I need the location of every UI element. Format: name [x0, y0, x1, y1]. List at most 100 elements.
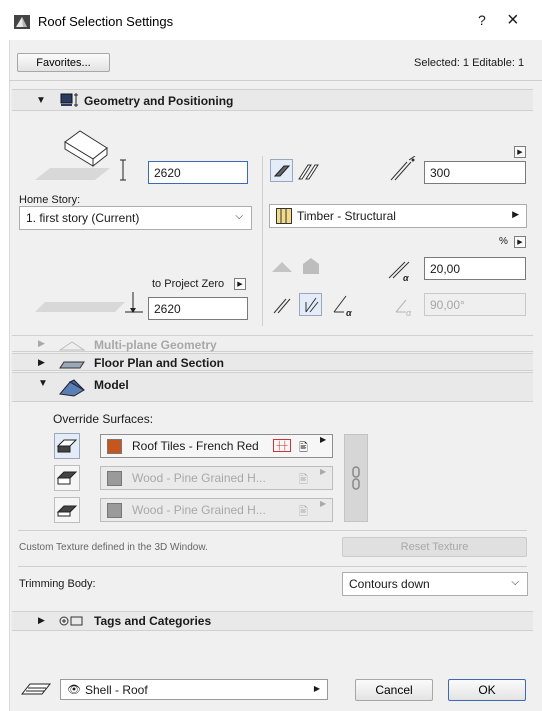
expand-triangle-icon[interactable]: ▶ — [38, 615, 45, 626]
dropdown-arrow-icon: ▶ — [512, 209, 519, 219]
multiplane-icon — [58, 341, 86, 351]
collapse-triangle-icon[interactable]: ▼ — [36, 95, 46, 106]
override-surfaces-label: Override Surfaces: — [53, 412, 154, 426]
edge-custom-angle-button[interactable]: α — [330, 292, 360, 318]
dropdown-arrow-icon: ▶ — [313, 684, 320, 693]
window-title: Roof Selection Settings — [38, 14, 174, 29]
project-zero-icon — [35, 292, 143, 313]
surface-row-bottom[interactable]: Wood - Pine Grained H... 🖹 ▶ — [100, 498, 333, 522]
eye-icon: 👁 — [67, 684, 81, 696]
model-icon — [59, 379, 85, 397]
surface-row-side[interactable]: Wood - Pine Grained H... 🖹 ▶ — [100, 466, 333, 490]
edge-vertical-icon — [273, 298, 291, 314]
expand-triangle-icon[interactable]: ▶ — [38, 338, 45, 349]
percent-label: % — [499, 236, 508, 247]
surface-swatch — [107, 502, 122, 518]
title-bar: Roof Selection Settings ? × — [0, 0, 542, 40]
expand-arrow-button[interactable]: ▶ — [514, 146, 526, 158]
help-button[interactable]: ? — [478, 12, 486, 28]
section-geometry-title: Geometry and Positioning — [84, 94, 234, 108]
expand-triangle-icon[interactable]: ▶ — [38, 357, 45, 368]
tags-icon — [59, 616, 83, 626]
project-zero-reference-button[interactable]: ▶ — [234, 278, 246, 290]
layer-icon — [20, 683, 52, 695]
home-story-dropdown[interactable]: 1. first story (Current) ⌵ — [19, 206, 252, 230]
side-surface-icon — [56, 471, 78, 485]
cancel-button[interactable]: Cancel — [355, 679, 433, 701]
surface-swatch — [107, 470, 122, 486]
multi-plane-toggle[interactable] — [298, 161, 322, 181]
collapse-triangle-icon[interactable]: ▼ — [38, 378, 48, 389]
pitch-angle-icon: α — [388, 261, 410, 283]
timber-material-icon — [276, 208, 292, 224]
surface-menu-arrow-icon[interactable]: ▶ — [320, 435, 326, 444]
trimming-body-label: Trimming Body: — [19, 578, 96, 590]
floorplan-icon — [59, 361, 85, 369]
home-story-value: 1. first story (Current) — [26, 211, 140, 225]
chevron-down-icon: ⌵ — [235, 211, 243, 222]
edge-angle-disabled-icon: α — [395, 299, 412, 318]
chain-link-icon — [352, 466, 360, 490]
divider — [9, 80, 542, 81]
ok-button[interactable]: OK — [448, 679, 526, 701]
section-model-title: Model — [94, 378, 129, 392]
slope-unit-button[interactable]: ▶ — [514, 236, 526, 248]
selection-info: Selected: 1 Editable: 1 — [414, 57, 525, 69]
top-surface-button[interactable] — [54, 433, 80, 459]
section-tags-title: Tags and Categories — [94, 614, 212, 628]
building-material-value: Timber - Structural — [297, 209, 396, 223]
surface-row-top[interactable]: Roof Tiles - French Red ┼┼ 🖹 ▶ — [100, 434, 333, 458]
layer-value: Shell - Roof — [84, 682, 148, 697]
offset-icon — [390, 156, 416, 181]
divider — [18, 566, 527, 567]
to-project-zero-label: to Project Zero — [152, 278, 225, 290]
layer-dropdown[interactable]: 👁 Shell - Roof ▶ — [60, 679, 328, 700]
edge-vertical-button[interactable] — [270, 293, 294, 317]
section-floorplan-header[interactable] — [12, 353, 533, 371]
surface-edit-icon[interactable]: 🖹 — [299, 471, 308, 490]
single-plane-icon — [273, 165, 290, 176]
building-material-dropdown[interactable]: Timber - Structural ▶ — [269, 204, 527, 228]
edge-custom-angle-icon: α — [333, 295, 352, 318]
offset-input[interactable]: 300 — [424, 161, 526, 184]
side-surface-button[interactable] — [54, 465, 80, 491]
surface-swatch — [107, 438, 122, 454]
project-zero-input[interactable]: 2620 — [148, 297, 248, 320]
column-divider — [262, 156, 263, 326]
edge-perpendicular-icon — [305, 297, 318, 312]
multi-plane-icon — [298, 164, 319, 180]
svg-text:α: α — [403, 273, 409, 283]
divider — [18, 530, 527, 531]
bottom-surface-icon — [56, 505, 78, 517]
surface-menu-arrow-icon[interactable]: ▶ — [320, 467, 326, 476]
favorites-button[interactable]: Favorites... — [17, 53, 110, 72]
surface-edit-icon[interactable]: 🖹 — [299, 439, 308, 458]
surface-edit-icon[interactable]: 🖹 — [299, 503, 308, 522]
top-surface-icon — [56, 439, 78, 453]
trimming-body-dropdown[interactable]: Contours down ⌵ — [342, 572, 528, 596]
geometry-icon — [60, 93, 78, 107]
edge-perpendicular-button[interactable] — [299, 293, 322, 316]
roof-thickness-icon — [35, 130, 126, 181]
link-surfaces-button[interactable] — [344, 434, 368, 522]
pitch-alt-disabled-icon — [303, 258, 319, 274]
surface-name-side: Wood - Pine Grained H... — [132, 471, 266, 485]
bottom-surface-button[interactable] — [54, 497, 80, 523]
archicad-app-icon — [14, 15, 30, 29]
svg-text:α: α — [406, 308, 412, 318]
single-plane-toggle[interactable] — [270, 159, 293, 182]
close-button[interactable]: × — [507, 9, 519, 32]
reset-texture-button[interactable]: Reset Texture — [342, 537, 527, 557]
pitch-disabled-icon — [272, 262, 292, 272]
section-multiplane-header[interactable] — [12, 335, 533, 352]
texture-grid-icon: ┼┼ — [273, 439, 291, 452]
section-model-header[interactable] — [12, 372, 533, 402]
roof-thickness-input[interactable]: 2620 — [148, 161, 248, 184]
surface-menu-arrow-icon[interactable]: ▶ — [320, 499, 326, 508]
home-story-label: Home Story: — [19, 194, 81, 206]
edge-angle-input[interactable]: 90,00° — [424, 293, 526, 316]
section-tags-header[interactable] — [12, 611, 533, 631]
svg-text:α: α — [346, 308, 352, 318]
surface-name-top: Roof Tiles - French Red — [132, 439, 259, 453]
pitch-angle-input[interactable]: 20,00 — [424, 257, 526, 280]
